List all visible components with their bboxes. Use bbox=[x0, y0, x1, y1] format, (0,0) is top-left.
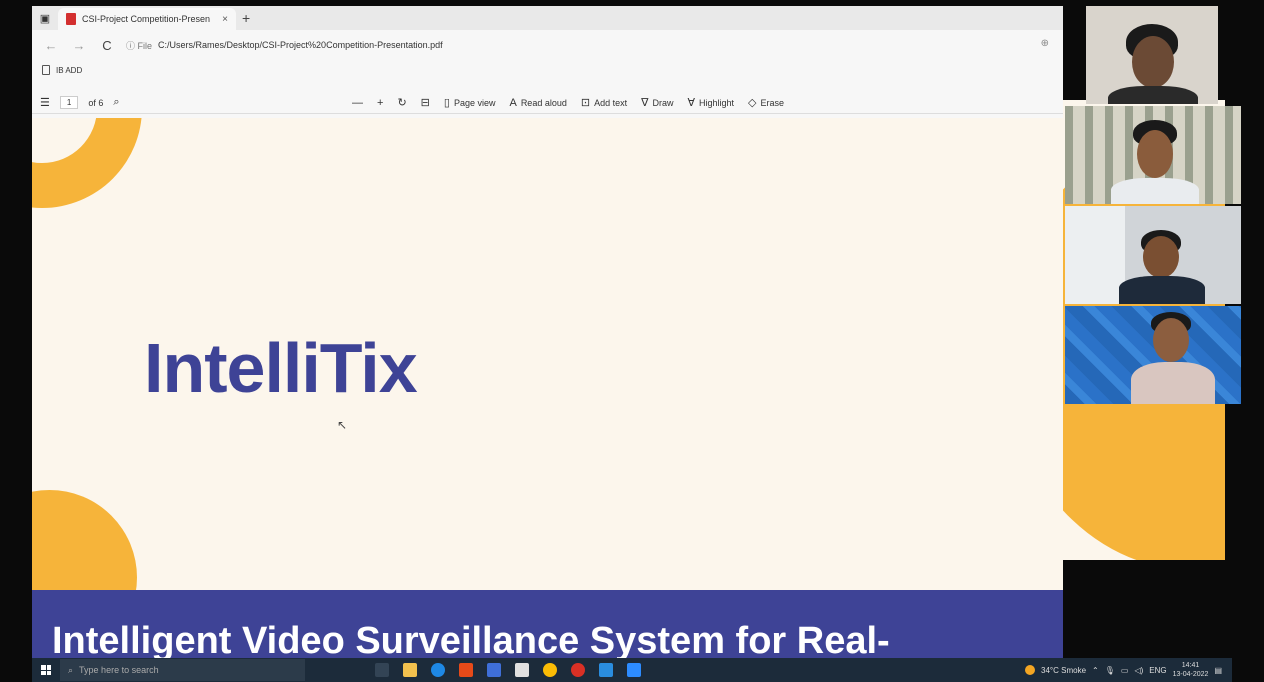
slide-subtitle: Intelligent Video Surveillance System fo… bbox=[52, 620, 890, 658]
tray-chevron-icon[interactable]: ⌃ bbox=[1092, 666, 1099, 675]
tab-actions-icon[interactable]: ▣ bbox=[32, 6, 58, 30]
screen: ▣ CSI-Project Competition-Presen × + ← →… bbox=[0, 0, 1264, 682]
search-placeholder: Type here to search bbox=[79, 665, 159, 675]
chrome-alt-icon[interactable] bbox=[571, 663, 585, 677]
tab-title: CSI-Project Competition-Presen bbox=[82, 14, 211, 24]
tab-bar: ▣ CSI-Project Competition-Presen × + bbox=[32, 6, 1063, 30]
add-text-icon: ⊡ bbox=[580, 97, 591, 109]
add-text-label: Add text bbox=[594, 97, 628, 108]
slide-title: IntelliTix bbox=[144, 329, 418, 407]
erase-button[interactable]: ◇ Erase bbox=[748, 96, 784, 109]
mouse-cursor-icon: ↖ bbox=[337, 418, 348, 432]
zoom-app-icon[interactable] bbox=[627, 663, 641, 677]
pdf-icon bbox=[66, 13, 76, 25]
participant-video-1 bbox=[1086, 6, 1218, 104]
page-number-input[interactable]: 1 bbox=[59, 96, 79, 109]
eraser-icon: ◇ bbox=[748, 97, 757, 109]
forward-button[interactable]: → bbox=[70, 38, 88, 53]
add-text-button[interactable]: ⊡ Add text bbox=[581, 96, 627, 109]
vscode-icon[interactable] bbox=[599, 663, 613, 677]
read-aloud-label: Read aloud bbox=[520, 97, 567, 108]
participant-video-4 bbox=[1065, 306, 1241, 404]
rotate-icon[interactable]: ↻ bbox=[397, 96, 406, 109]
pdf-toolbar: ☰ 1 of 6 ⌕ — + ↻ ⊟ ▯ Page view A Read al… bbox=[32, 92, 1063, 114]
url-text: C:/Users/Rames/Desktop/CSI-Project%20Com… bbox=[158, 40, 443, 50]
fit-page-icon[interactable]: ⊟ bbox=[421, 96, 430, 109]
office-icon[interactable] bbox=[459, 663, 473, 677]
participant-video-2 bbox=[1065, 106, 1241, 204]
taskbar-search[interactable]: ⌕ Type here to search bbox=[60, 659, 305, 681]
mic-icon[interactable]: 🎙 bbox=[1105, 666, 1115, 675]
zoom-in-icon[interactable]: + bbox=[377, 97, 383, 109]
close-tab-icon[interactable]: × bbox=[222, 14, 228, 25]
zoom-icon[interactable]: ⊕ bbox=[1041, 38, 1049, 49]
zoom-out-icon[interactable]: — bbox=[352, 97, 363, 109]
system-tray: 34°C Smoke ⌃ 🎙 ▭ ◁) ENG 14:41 13-04-2022… bbox=[1025, 661, 1232, 679]
highlight-button[interactable]: ∀ Highlight bbox=[687, 96, 734, 109]
page-view-label: Page view bbox=[453, 97, 496, 108]
file-icon bbox=[42, 65, 50, 75]
store-icon[interactable] bbox=[515, 663, 529, 677]
notification-icon[interactable]: ▤ bbox=[1214, 666, 1222, 675]
read-aloud-icon: A bbox=[509, 96, 517, 109]
favorites-bar: IB ADD bbox=[32, 60, 1063, 80]
pdf-slide: IntelliTix ↖ Intelligent Video Surveilla… bbox=[32, 118, 1063, 658]
app-icon[interactable] bbox=[487, 663, 501, 677]
contents-icon[interactable]: ☰ bbox=[40, 96, 50, 109]
clock[interactable]: 14:41 13-04-2022 bbox=[1173, 661, 1209, 679]
new-tab-button[interactable]: + bbox=[242, 10, 250, 26]
refresh-button[interactable]: C bbox=[98, 38, 116, 53]
participant-video-3 bbox=[1065, 206, 1241, 304]
edge-icon[interactable] bbox=[431, 663, 445, 677]
highlight-label: Highlight bbox=[699, 97, 735, 108]
address-bar[interactable]: ⓘ File C:/Users/Rames/Desktop/CSI-Projec… bbox=[126, 39, 1063, 52]
task-view-icon[interactable] bbox=[375, 663, 389, 677]
weather-icon bbox=[1025, 665, 1036, 675]
draw-button[interactable]: ∇ Draw bbox=[641, 96, 673, 109]
highlight-icon: ∀ bbox=[687, 97, 696, 109]
lang-label[interactable]: ENG bbox=[1149, 666, 1166, 675]
browser-window: ▣ CSI-Project Competition-Presen × + ← →… bbox=[32, 6, 1063, 658]
draw-label: Draw bbox=[652, 97, 674, 108]
favorite-item[interactable]: IB ADD bbox=[56, 66, 82, 75]
erase-label: Erase bbox=[760, 97, 785, 108]
back-button[interactable]: ← bbox=[42, 38, 60, 53]
slide-band: Intelligent Video Surveillance System fo… bbox=[32, 590, 1063, 658]
search-icon: ⌕ bbox=[68, 664, 74, 675]
page-view-button[interactable]: ▯ Page view bbox=[444, 96, 496, 109]
file-explorer-icon[interactable] bbox=[403, 663, 417, 677]
draw-icon: ∇ bbox=[641, 97, 649, 109]
address-row: ← → C ⓘ File C:/Users/Rames/Desktop/CSI-… bbox=[32, 32, 1063, 58]
page-view-icon: ▯ bbox=[443, 97, 450, 109]
windows-start-icon[interactable] bbox=[32, 665, 60, 675]
page-total: of 6 bbox=[88, 97, 104, 108]
find-icon[interactable]: ⌕ bbox=[113, 96, 119, 109]
windows-taskbar: ⌕ Type here to search 34°C Smoke ⌃ 🎙 ▭ ◁… bbox=[32, 658, 1232, 682]
chrome-icon[interactable] bbox=[543, 663, 557, 677]
weather-text[interactable]: 34°C Smoke bbox=[1041, 666, 1086, 675]
battery-icon[interactable]: ▭ bbox=[1121, 666, 1129, 675]
clock-time: 14:41 bbox=[1181, 662, 1200, 669]
site-info-icon[interactable]: ⓘ File bbox=[126, 39, 152, 52]
volume-icon[interactable]: ◁) bbox=[1134, 666, 1143, 675]
clock-date: 13-04-2022 bbox=[1172, 671, 1209, 678]
tab-pdf[interactable]: CSI-Project Competition-Presen × bbox=[58, 8, 236, 30]
read-aloud-button[interactable]: A Read aloud bbox=[509, 97, 566, 109]
